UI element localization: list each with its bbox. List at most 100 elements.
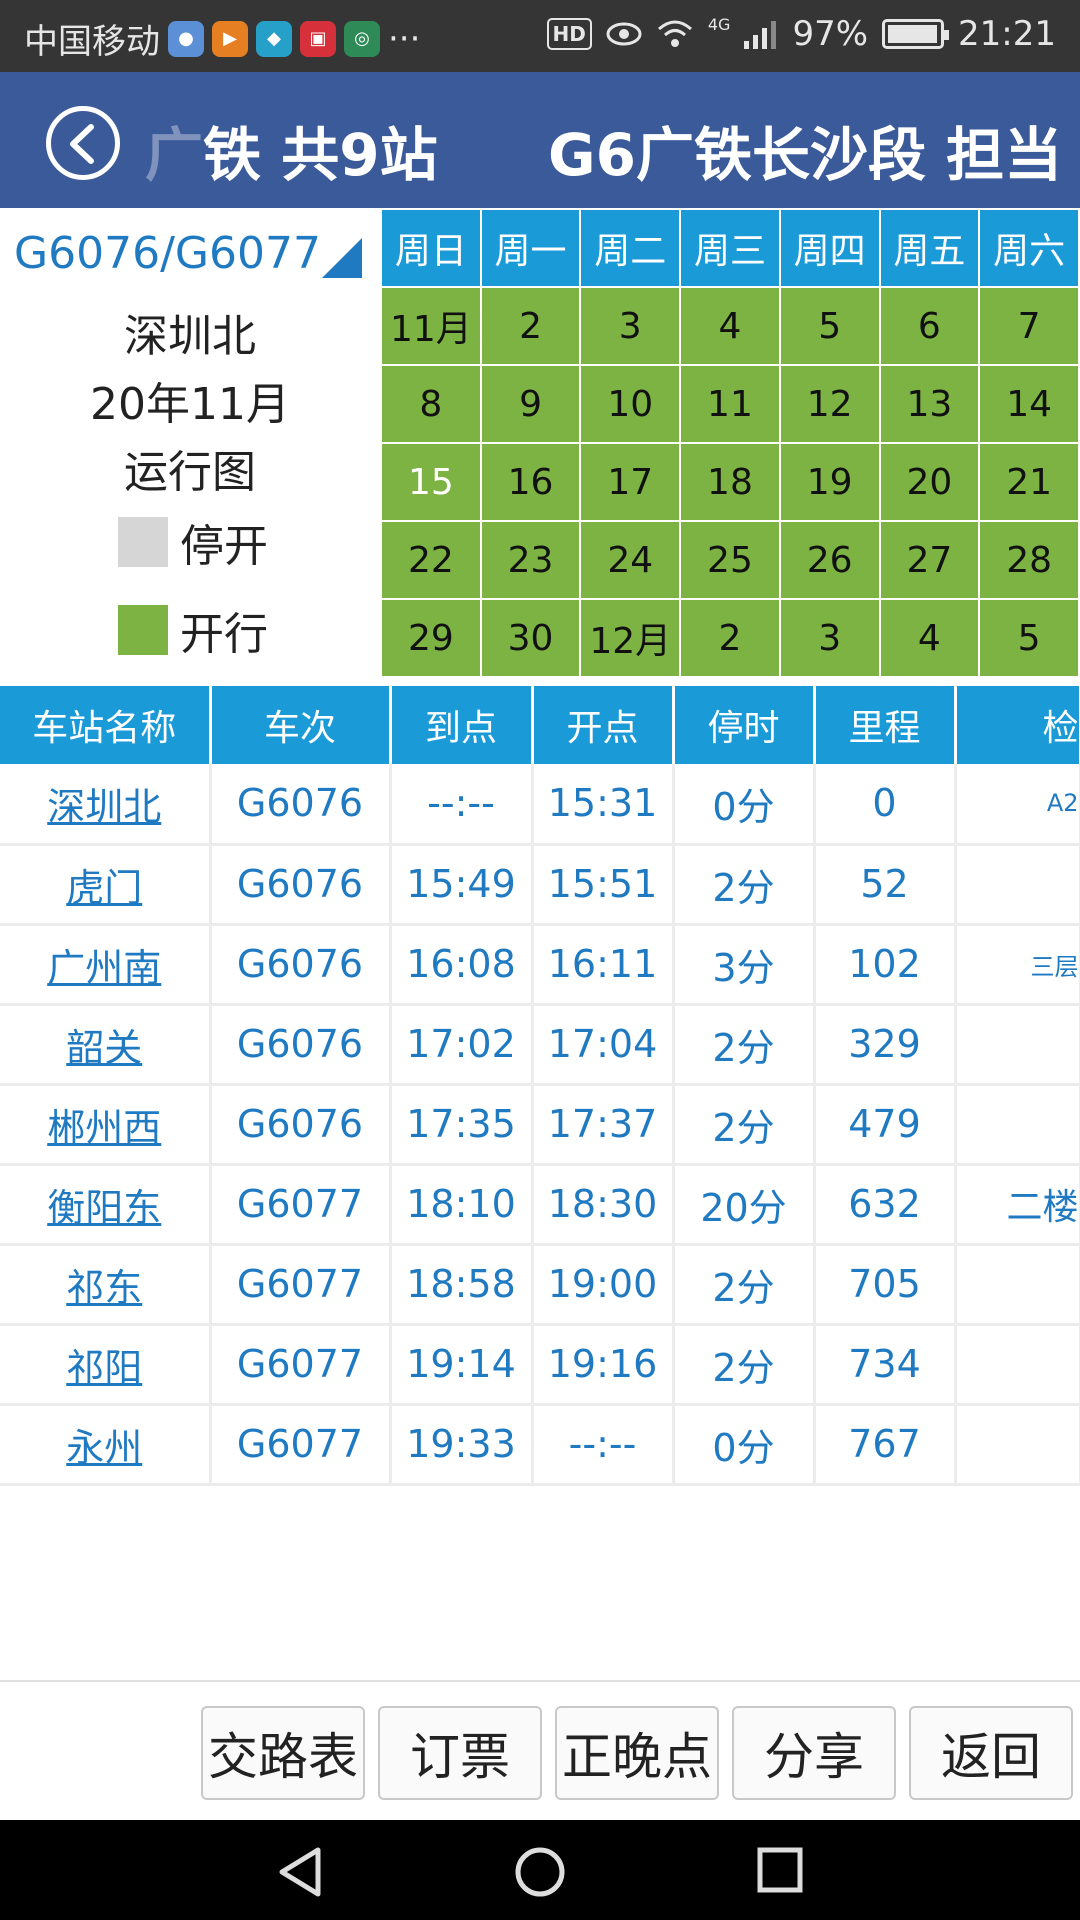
calendar-day: 4 — [878, 598, 981, 678]
calendar-day: 3 — [579, 286, 682, 366]
column-header-arrival: 到点 — [390, 686, 534, 764]
train-cell: G6076 — [210, 1084, 392, 1166]
action-bar: 交路表 订票 正晚点 分享 返回 — [0, 1680, 1080, 1820]
mileage-cell: 329 — [814, 1004, 957, 1086]
train-info-panel: G6076/G6077 深圳北 20年11月 运行图 停开 开行 — [0, 208, 380, 678]
arrival-cell: 17:02 — [390, 1004, 534, 1086]
stop-time-cell: 2分 — [673, 1084, 816, 1166]
battery-icon — [882, 19, 950, 49]
weekday-header: 周一 — [479, 208, 582, 288]
station-schedule-table: 车站名称 车次 到点 开点 停时 里程 检 深圳北 G6076 --:-- 15… — [0, 686, 1080, 1486]
nav-home-icon[interactable] — [514, 1846, 566, 1898]
arrival-cell: 17:35 — [390, 1084, 534, 1166]
calendar-day-today: 15 — [380, 442, 482, 522]
dropdown-triangle-icon[interactable] — [322, 238, 362, 278]
calendar-day: 3 — [778, 598, 881, 678]
calendar-day: 4 — [679, 286, 781, 366]
schedule-label: 运行图 — [124, 447, 256, 498]
table-row[interactable]: 祁东 G6077 18:58 19:00 2分 705 — [0, 1244, 1080, 1326]
book-ticket-button[interactable]: 订票 — [378, 1706, 542, 1800]
check-in-cell: 二楼 — [955, 1164, 1080, 1246]
calendar-day: 12月 — [579, 598, 682, 678]
check-in-cell — [955, 1404, 1080, 1486]
mileage-cell: 52 — [814, 844, 957, 926]
nav-back-icon[interactable] — [276, 1846, 324, 1898]
calendar-day: 2 — [679, 598, 781, 678]
table-row[interactable]: 深圳北 G6076 --:-- 15:31 0分 0 A2 — [0, 764, 1080, 846]
mileage-cell: 479 — [814, 1084, 957, 1166]
calendar-day: 25 — [679, 520, 781, 600]
table-row[interactable]: 衡阳东 G6077 18:10 18:30 20分 632 二楼 — [0, 1164, 1080, 1246]
calendar-day: 9 — [479, 364, 582, 444]
marquee-title-left: 广铁 共9站 — [145, 108, 438, 192]
table-row[interactable]: 祁阳 G6077 19:14 19:16 2分 734 — [0, 1324, 1080, 1406]
table-row[interactable]: 永州 G6077 19:33 --:-- 0分 767 — [0, 1404, 1080, 1486]
train-cell: G6076 — [210, 924, 392, 1006]
calendar-day: 2 — [479, 286, 582, 366]
stop-time-cell: 2分 — [673, 844, 816, 926]
calendar-day: 8 — [380, 364, 482, 444]
calendar-day: 22 — [380, 520, 482, 600]
calendar-day: 20 — [878, 442, 981, 522]
eye-icon — [606, 22, 642, 46]
train-number-selector[interactable]: G6076/G6077 — [14, 228, 321, 279]
arrival-cell: 19:33 — [390, 1404, 534, 1486]
station-link[interactable]: 虎门 — [66, 866, 142, 910]
check-in-cell — [955, 844, 1080, 926]
column-header-departure: 开点 — [532, 686, 675, 764]
calendar-day: 19 — [778, 442, 881, 522]
arrival-cell: 18:10 — [390, 1164, 534, 1246]
legend-stopped-swatch — [118, 517, 168, 567]
station-link[interactable]: 郴州西 — [47, 1106, 161, 1150]
station-link[interactable]: 衡阳东 — [47, 1186, 161, 1230]
weekday-header: 周五 — [878, 208, 981, 288]
station-link[interactable]: 永州 — [66, 1426, 142, 1470]
table-row[interactable]: 韶关 G6076 17:02 17:04 2分 329 — [0, 1004, 1080, 1086]
nav-recents-icon[interactable] — [756, 1846, 804, 1894]
weekday-header: 周三 — [679, 208, 781, 288]
check-in-cell: A2 — [955, 764, 1080, 846]
title-bar: 广铁 共9站 G6广铁长沙段 担当 — [0, 72, 1080, 208]
back-button[interactable] — [46, 106, 120, 180]
train-cell: G6077 — [210, 1164, 392, 1246]
status-right: HD 4G 97% 21:21 — [546, 14, 1056, 54]
stop-time-cell: 2分 — [673, 1244, 816, 1326]
legend-running-swatch — [118, 605, 168, 655]
status-bar: 中国移动 ● ▶ ◆ ▣ ◎ ··· HD 4G 97% 21:21 — [0, 0, 1080, 72]
punctuality-button[interactable]: 正晚点 — [555, 1706, 719, 1800]
train-cell: G6076 — [210, 844, 392, 926]
calendar-day: 21 — [978, 442, 1080, 522]
schedule-header-row: 车站名称 车次 到点 开点 停时 里程 检 — [0, 686, 1080, 764]
table-row[interactable]: 广州南 G6076 16:08 16:11 3分 102 三层 — [0, 924, 1080, 1006]
table-row[interactable]: 郴州西 G6076 17:35 17:37 2分 479 — [0, 1084, 1080, 1166]
calendar-week-row: 11月 2 3 4 5 6 7 — [380, 286, 1080, 366]
run-calendar: 周日 周一 周二 周三 周四 周五 周六 11月 2 3 4 5 6 7 8 9… — [380, 208, 1080, 678]
calendar-day: 24 — [579, 520, 682, 600]
stop-time-cell: 0分 — [673, 1404, 816, 1486]
marquee-title-right: G6广铁长沙段 担当 — [548, 108, 1062, 192]
return-button[interactable]: 返回 — [909, 1706, 1073, 1800]
calendar-day: 17 — [579, 442, 682, 522]
calendar-day: 11 — [679, 364, 781, 444]
more-notifications-icon: ··· — [388, 18, 421, 59]
system-navigation-bar — [0, 1820, 1080, 1920]
column-header-mileage: 里程 — [814, 686, 957, 764]
train-cell: G6077 — [210, 1404, 392, 1486]
station-link[interactable]: 祁阳 — [66, 1346, 142, 1390]
station-link[interactable]: 广州南 — [47, 946, 161, 990]
departure-cell: 19:16 — [532, 1324, 675, 1406]
share-button[interactable]: 分享 — [732, 1706, 896, 1800]
check-in-cell — [955, 1084, 1080, 1166]
station-link[interactable]: 深圳北 — [47, 785, 161, 829]
calendar-day: 13 — [878, 364, 981, 444]
station-link[interactable]: 韶关 — [66, 1026, 142, 1070]
calendar-day: 23 — [479, 520, 582, 600]
route-table-button[interactable]: 交路表 — [201, 1706, 365, 1800]
table-row[interactable]: 虎门 G6076 15:49 15:51 2分 52 — [0, 844, 1080, 926]
calendar-day: 30 — [479, 598, 582, 678]
station-link[interactable]: 祁东 — [66, 1266, 142, 1310]
calendar-day: 11月 — [380, 286, 482, 366]
battery-fill — [888, 25, 937, 43]
stop-time-cell: 2分 — [673, 1004, 816, 1086]
check-in-cell — [955, 1244, 1080, 1326]
